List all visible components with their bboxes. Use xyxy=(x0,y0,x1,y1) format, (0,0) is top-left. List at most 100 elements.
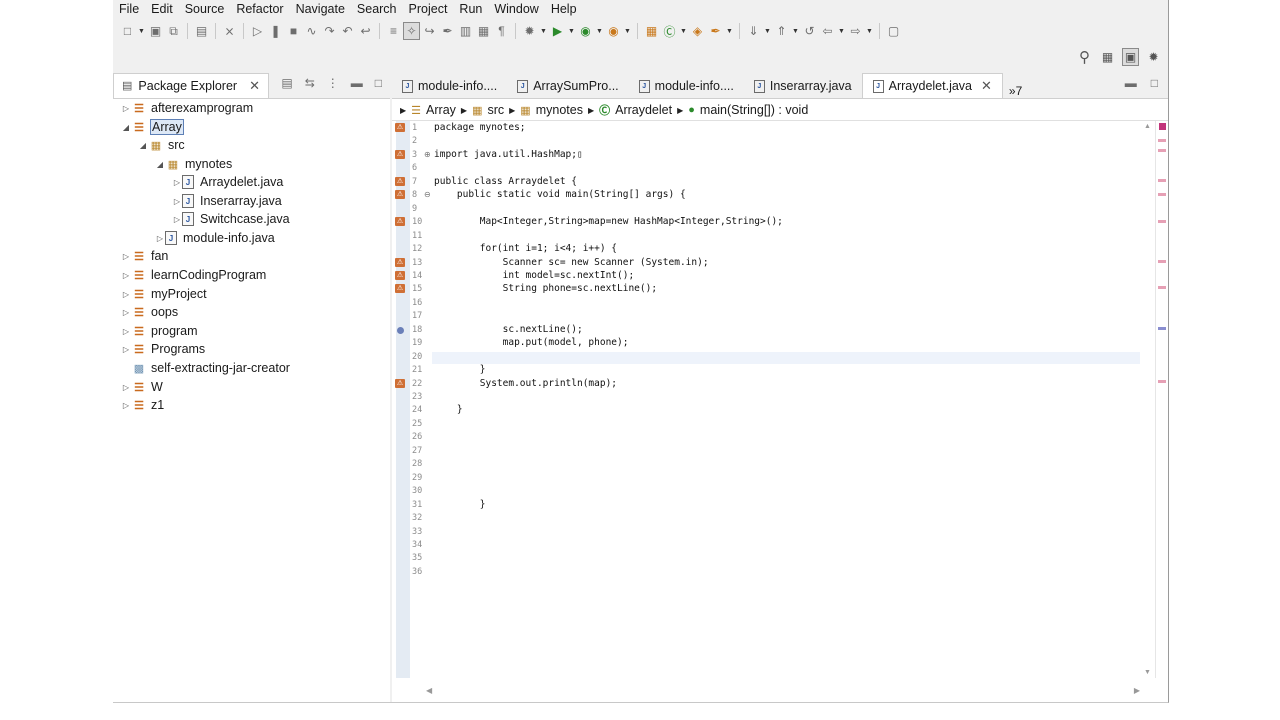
breadcrumb-arrow-icon[interactable]: ▶ xyxy=(509,106,515,115)
tree-item[interactable]: ▷ ☰ Programs xyxy=(121,340,205,358)
warning-marker-icon[interactable]: ⚠ xyxy=(395,378,405,388)
scroll-right-icon[interactable]: ▶ xyxy=(1134,686,1140,695)
tab-overflow-button[interactable]: »7 xyxy=(1003,84,1028,98)
warning-marker-icon[interactable]: ⚠ xyxy=(395,123,405,132)
external-tools-icon[interactable]: ◉ xyxy=(605,22,622,40)
overview-ruler[interactable] xyxy=(1155,121,1168,678)
open-declaration-icon[interactable]: ≡ xyxy=(385,22,402,40)
collapse-arrow-icon[interactable]: ◢ xyxy=(155,160,165,169)
tree-item[interactable]: ◢ ▦ src xyxy=(138,136,185,154)
paragraph-icon[interactable]: ¶ xyxy=(493,22,510,40)
menu-window[interactable]: Window xyxy=(488,0,544,18)
maximize-icon[interactable]: □ xyxy=(1151,76,1158,90)
tree-item[interactable]: ▷ J Arraydelet.java xyxy=(172,173,283,191)
expand-arrow-icon[interactable]: ▷ xyxy=(121,327,131,336)
menu-run[interactable]: Run xyxy=(453,0,488,18)
collapse-fold-icon[interactable]: ⊖ xyxy=(424,190,431,199)
previous-annotation-icon[interactable]: ⇑ xyxy=(773,22,790,40)
warning-marker-icon[interactable]: ⚠ xyxy=(395,270,405,280)
tree-item[interactable]: ▷ Jmodule-info.java xyxy=(155,229,275,247)
suspend-icon[interactable]: ❚ xyxy=(267,22,284,40)
external-tools-dropdown-icon[interactable]: ▼ xyxy=(623,22,632,40)
expand-arrow-icon[interactable]: ▷ xyxy=(121,383,131,392)
new-icon[interactable]: □ xyxy=(119,22,136,40)
new-java-package-icon[interactable]: ▦ xyxy=(643,22,660,40)
save-all-icon[interactable]: ⧉ xyxy=(165,22,182,40)
expand-arrow-icon[interactable]: ▷ xyxy=(172,215,182,224)
editor-tab[interactable]: Jmodule-info.... xyxy=(629,74,744,98)
pin-editor-icon[interactable]: ▢ xyxy=(885,22,902,40)
collapse-all-icon[interactable]: ▤ xyxy=(281,76,292,90)
breadcrumb-item[interactable]: Arraydelet xyxy=(615,103,672,117)
breadcrumb-item[interactable]: src xyxy=(487,103,504,117)
word-wrap-icon[interactable]: ↪ xyxy=(421,22,438,40)
warning-marker-icon[interactable]: ⚠ xyxy=(395,176,405,186)
skip-breakpoints-icon[interactable]: ⨯ xyxy=(221,22,238,40)
expand-arrow-icon[interactable]: ▷ xyxy=(121,252,131,261)
editor-tab[interactable]: J Inserarray.java xyxy=(744,74,862,98)
menu-source[interactable]: Source xyxy=(179,0,231,18)
warning-marker-icon[interactable]: ⚠ xyxy=(395,284,405,294)
tree-item[interactable]: ▷ ☰ fan xyxy=(121,247,168,265)
breadcrumb-item[interactable]: Array xyxy=(426,103,456,117)
next-annotation-icon[interactable]: ⇓ xyxy=(745,22,762,40)
forward-dropdown-icon[interactable]: ▼ xyxy=(865,22,874,40)
editor-tab[interactable]: J ArraySumPro... xyxy=(507,74,628,98)
collapse-arrow-icon[interactable]: ◢ xyxy=(121,123,131,132)
overview-marker[interactable] xyxy=(1158,220,1166,223)
next-annotation-dropdown-icon[interactable]: ▼ xyxy=(763,22,772,40)
expand-fold-icon[interactable]: ⊕ xyxy=(424,150,431,159)
maximize-icon[interactable]: □ xyxy=(375,76,382,90)
annotation-gutter[interactable]: ⚠ ⚠ ⚠ ⚠ ⚠ ⚠ ⚠ ⚠ ⚠ xyxy=(395,121,410,678)
editor-tab[interactable]: J Arraydelet.java ✕ xyxy=(861,73,1003,98)
save-icon[interactable]: ▣ xyxy=(147,22,164,40)
forward-icon[interactable]: ⇨ xyxy=(847,22,864,40)
breadcrumb-item[interactable]: mynotes xyxy=(536,103,583,117)
overview-marker[interactable] xyxy=(1158,193,1166,196)
vertical-scrollbar[interactable]: ▲ ▼ xyxy=(1142,121,1154,678)
tab-package-explorer[interactable]: ▤ Package Explorer ✕ xyxy=(113,72,269,98)
search-icon[interactable]: ⚲ xyxy=(1076,48,1093,66)
debug-dropdown-icon[interactable]: ▼ xyxy=(539,22,548,40)
run-icon[interactable]: ▶ xyxy=(549,22,566,40)
overview-marker[interactable] xyxy=(1158,149,1166,152)
coverage-dropdown-icon[interactable]: ▼ xyxy=(595,22,604,40)
expand-arrow-icon[interactable]: ▷ xyxy=(121,104,131,113)
expand-arrow-icon[interactable]: ▷ xyxy=(121,290,131,299)
terminate-icon[interactable]: ■ xyxy=(285,22,302,40)
menu-project[interactable]: Project xyxy=(403,0,454,18)
block-selection-icon[interactable]: ▥ xyxy=(457,22,474,40)
view-menu-icon[interactable]: ⋮ xyxy=(327,76,339,90)
horizontal-scrollbar[interactable]: ◀ ▶ xyxy=(426,684,1140,698)
new-class-dropdown-icon[interactable]: ▼ xyxy=(679,22,688,40)
previous-annotation-dropdown-icon[interactable]: ▼ xyxy=(791,22,800,40)
open-perspective-icon[interactable]: ▦ xyxy=(1099,48,1116,66)
run-dropdown-icon[interactable]: ▼ xyxy=(567,22,576,40)
annotation-icon[interactable]: ✒ xyxy=(439,22,456,40)
tree-item[interactable]: ▷ ☰ afterexamprogram xyxy=(121,99,253,117)
menu-search[interactable]: Search xyxy=(351,0,403,18)
menu-navigate[interactable]: Navigate xyxy=(290,0,351,18)
overview-marker[interactable] xyxy=(1158,380,1166,383)
collapse-arrow-icon[interactable]: ◢ xyxy=(138,141,148,150)
resume-icon[interactable]: ▷ xyxy=(249,22,266,40)
code-editor[interactable]: ⚠ ⚠ ⚠ ⚠ ⚠ ⚠ ⚠ ⚠ ⚠ 1 2 3 ⊕ 6 7 8 ⊖ 9 10 11 12 13 14 15 16 17 18 19 2… xyxy=(392,120,1168,702)
overview-marker[interactable] xyxy=(1158,286,1166,289)
expand-arrow-icon[interactable]: ▷ xyxy=(172,197,182,206)
overview-marker[interactable] xyxy=(1158,139,1166,142)
disconnect-icon[interactable]: ∿ xyxy=(303,22,320,40)
expand-arrow-icon[interactable]: ▷ xyxy=(121,308,131,317)
minimize-icon[interactable]: ▬ xyxy=(1125,76,1137,90)
scroll-left-icon[interactable]: ◀ xyxy=(426,686,432,695)
tree-item[interactable]: ▷ ☰ program xyxy=(121,322,198,340)
breakpoint-icon[interactable] xyxy=(397,326,404,334)
menu-file[interactable]: File xyxy=(113,0,145,18)
close-icon[interactable]: ✕ xyxy=(981,78,992,94)
debug-icon[interactable]: ✹ xyxy=(521,22,538,40)
tree-item[interactable]: ▩ self-extracting-jar-creator xyxy=(121,359,290,377)
overview-marker[interactable] xyxy=(1158,327,1166,330)
warning-marker-icon[interactable]: ⚠ xyxy=(395,149,405,159)
terminal-icon[interactable]: ▤ xyxy=(193,22,210,40)
tree-item[interactable]: ▷ ☰ oops xyxy=(121,303,178,321)
overview-marker[interactable] xyxy=(1159,123,1166,130)
